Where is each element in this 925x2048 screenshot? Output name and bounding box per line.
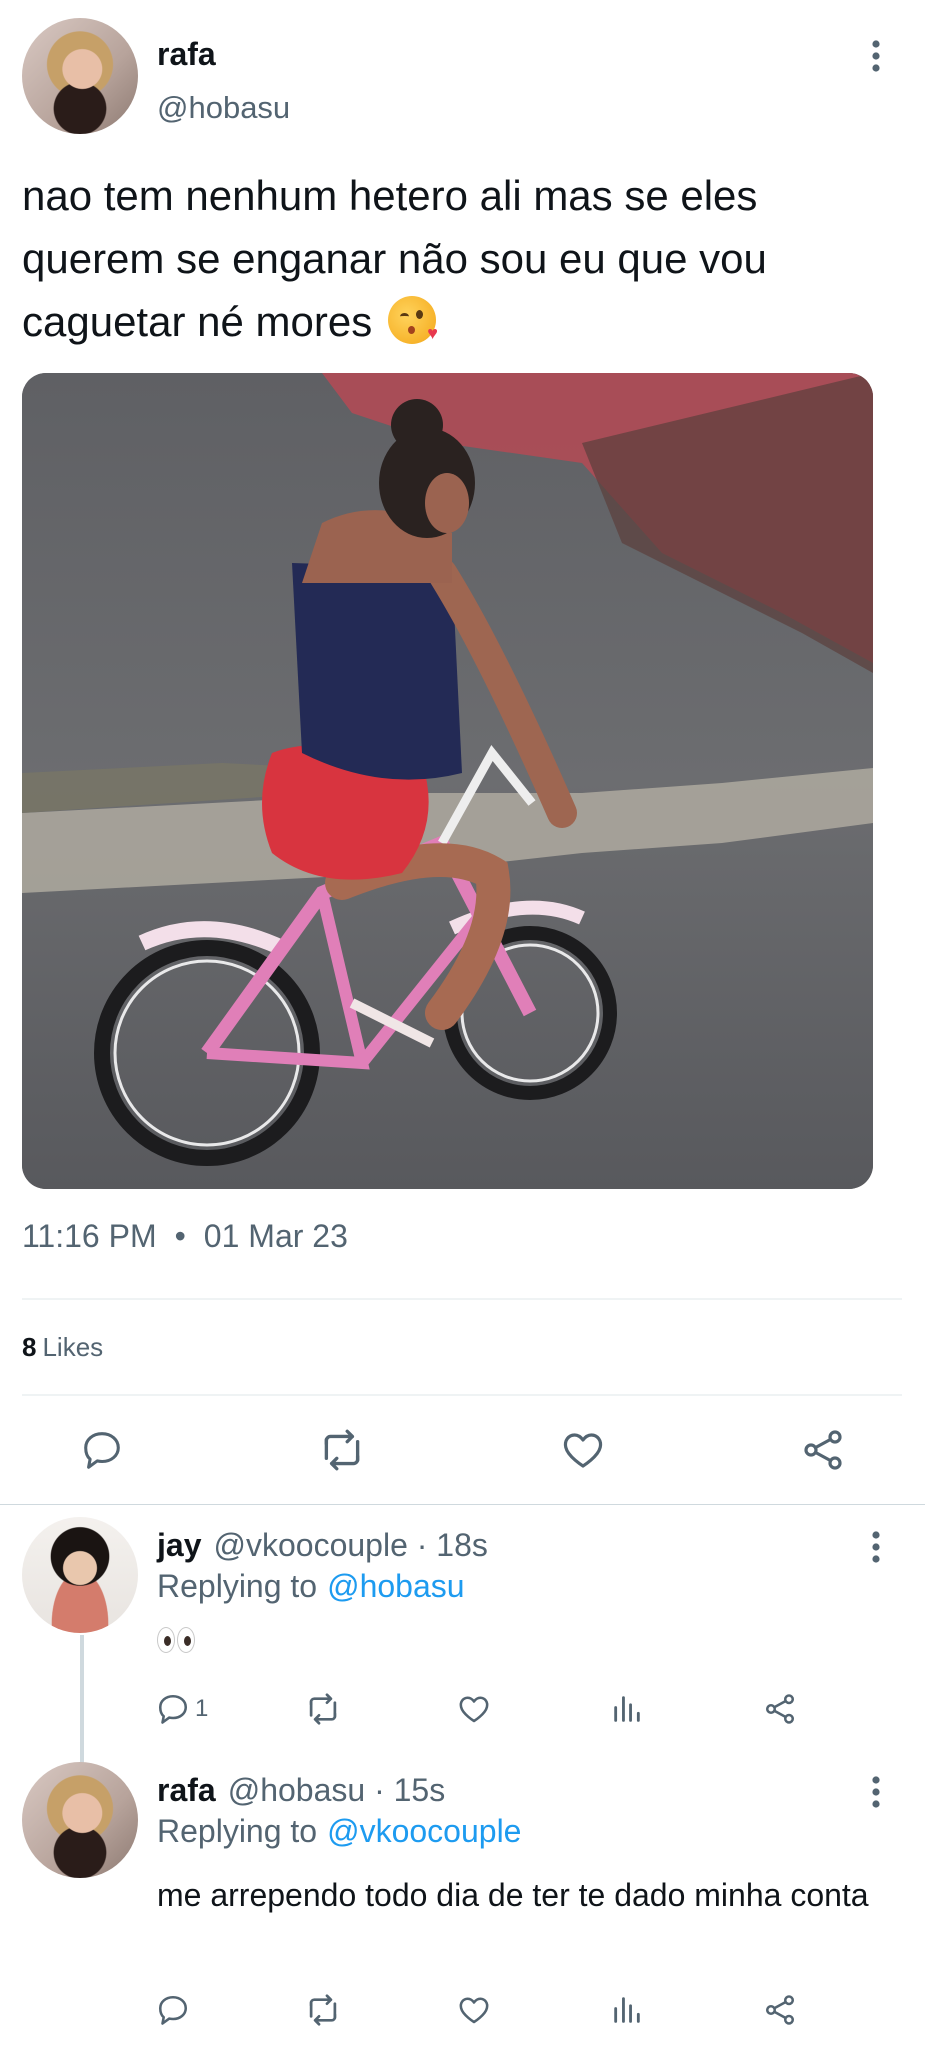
like-heart-icon (456, 1992, 492, 2028)
tweet-actions (0, 1420, 925, 1484)
views-bar-chart-icon (610, 1993, 644, 2027)
main-tweet: rafa @hobasu nao tem nenhum hetero ali m… (0, 0, 925, 1505)
divider-bottom (22, 1394, 902, 1396)
share-icon (762, 1992, 798, 2028)
reply-actions (150, 1988, 830, 2032)
share-icon[interactable] (793, 1420, 853, 1480)
like-heart-icon[interactable] (553, 1420, 613, 1480)
reply-text: me arrependo todo dia de ter te dado min… (157, 1877, 869, 1913)
tweet-timestamp[interactable]: 11:16 PM • 01 Mar 23 (22, 1218, 348, 1255)
views-button[interactable] (610, 1988, 644, 2032)
retweet-icon[interactable] (312, 1420, 372, 1480)
author-name[interactable]: rafa (157, 36, 216, 73)
replying-to-mention[interactable]: @vkoocouple (327, 1813, 521, 1849)
more-options-icon[interactable] (862, 36, 890, 76)
reply-text (157, 1617, 877, 1667)
views-button[interactable] (610, 1687, 644, 1731)
views-bar-chart-icon (610, 1692, 644, 1726)
reply-header: rafa @hobasu · 15s (157, 1772, 445, 1809)
replying-to-label: Replying to (157, 1813, 318, 1849)
eyes-icon (157, 1627, 195, 1653)
like-button[interactable] (456, 1988, 492, 2032)
retweet-button[interactable] (304, 1988, 342, 2032)
reply-tweet[interactable]: jay @vkoocouple · 18s Replying to @hobasu … (0, 1505, 925, 1765)
tweet-date: 01 Mar 23 (203, 1218, 348, 1254)
retweet-icon (304, 1991, 342, 2029)
divider-top (22, 1298, 902, 1300)
reply-author-avatar[interactable] (22, 1517, 138, 1633)
replying-to: Replying to @hobasu (157, 1568, 465, 1605)
replying-to-label: Replying to (157, 1568, 318, 1604)
reply-count: 1 (195, 1695, 209, 1722)
reply-author-handle[interactable]: @vkoocouple · 18s (213, 1527, 487, 1563)
reply-icon (155, 1691, 191, 1727)
more-options-icon[interactable] (862, 1527, 890, 1567)
reply-author-avatar[interactable] (22, 1762, 138, 1878)
share-icon (762, 1691, 798, 1727)
like-heart-icon (456, 1691, 492, 1727)
more-options-icon[interactable] (862, 1772, 890, 1812)
retweet-icon (304, 1690, 342, 1728)
reply-header: jay @vkoocouple · 18s (157, 1527, 488, 1564)
replying-to: Replying to @vkoocouple (157, 1813, 521, 1850)
tweet-text: nao tem nenhum hetero ali mas se eles qu… (22, 164, 882, 353)
tweet-media-image[interactable] (22, 373, 873, 1189)
share-button[interactable] (762, 1687, 798, 1731)
author-handle[interactable]: @hobasu (157, 90, 290, 126)
likes-count: 8 (22, 1332, 37, 1362)
reply-icon[interactable] (72, 1420, 132, 1480)
reply-icon (155, 1992, 191, 2028)
tweet-time: 11:16 PM (22, 1218, 157, 1254)
author-avatar[interactable] (22, 18, 138, 134)
bicycle-rider-illustration (22, 373, 873, 1189)
likes-label: Likes (42, 1332, 104, 1362)
reply-actions: 1 (150, 1687, 830, 1731)
like-button[interactable] (456, 1687, 492, 1731)
reply-button[interactable] (155, 1988, 191, 2032)
replying-to-mention[interactable]: @hobasu (327, 1568, 464, 1604)
reply-author-handle[interactable]: @hobasu · 15s (228, 1772, 446, 1808)
reply-author-name[interactable]: rafa (157, 1772, 216, 1808)
thread-connector-line (80, 1635, 84, 1765)
kissing-winking-face-icon (387, 296, 438, 344)
meta-separator: • (174, 1218, 186, 1254)
reply-button[interactable]: 1 (155, 1687, 208, 1731)
reply-author-name[interactable]: jay (157, 1527, 201, 1563)
likes-summary[interactable]: 8 Likes (22, 1332, 103, 1363)
reply-tweet[interactable]: rafa @hobasu · 15s Replying to @vkoocouple… (0, 1750, 925, 2048)
share-button[interactable] (762, 1988, 798, 2032)
retweet-button[interactable] (304, 1687, 342, 1731)
